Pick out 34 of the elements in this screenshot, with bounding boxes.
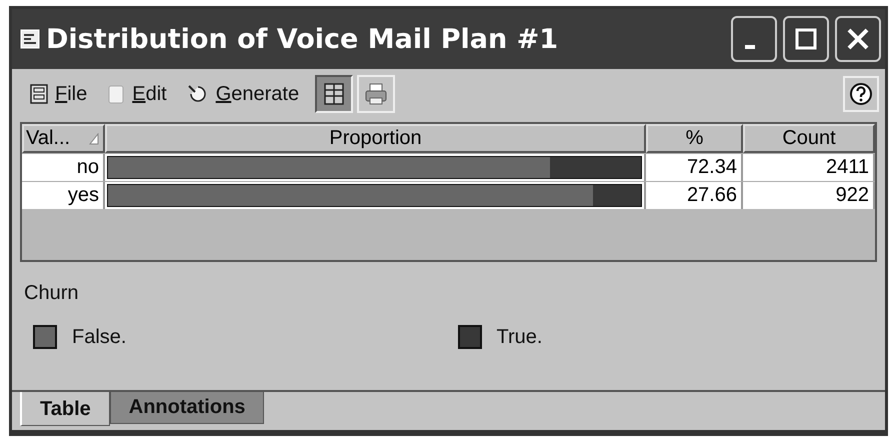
close-button[interactable] bbox=[835, 16, 881, 62]
print-button[interactable] bbox=[357, 75, 396, 113]
window-icon bbox=[20, 29, 40, 49]
table-cell: no bbox=[22, 154, 105, 181]
tab[interactable]: Table bbox=[20, 392, 110, 426]
maximize-icon bbox=[794, 27, 818, 51]
table-cell: 27.66 bbox=[646, 182, 743, 209]
column-header[interactable]: Val... bbox=[22, 124, 105, 153]
menu-item[interactable]: Generate bbox=[178, 82, 308, 106]
tab[interactable]: Annotations bbox=[110, 392, 264, 424]
printer-icon bbox=[363, 81, 390, 107]
table-view-button[interactable] bbox=[315, 75, 354, 113]
legend-title: Churn bbox=[24, 282, 78, 304]
legend-label: False. bbox=[72, 326, 126, 348]
close-icon bbox=[846, 27, 870, 51]
sort-icon bbox=[89, 132, 101, 144]
column-header[interactable]: Count bbox=[743, 124, 875, 153]
minimize-icon bbox=[745, 45, 755, 49]
help-icon bbox=[848, 81, 874, 107]
table-cell: 2411 bbox=[743, 154, 875, 181]
minimize-button[interactable] bbox=[731, 16, 777, 62]
cabinet-icon bbox=[30, 84, 48, 104]
window-title: Distribution of Voice Mail Plan #1 bbox=[46, 24, 558, 54]
legend-label: True. bbox=[496, 326, 542, 348]
help-button[interactable] bbox=[843, 76, 879, 112]
table-cell: 72.34 bbox=[646, 154, 743, 181]
table-cell: 922 bbox=[743, 182, 875, 209]
menu-item[interactable]: Edit bbox=[99, 82, 175, 106]
maximize-button[interactable] bbox=[783, 16, 829, 62]
column-header[interactable]: % bbox=[646, 124, 743, 153]
menu-item[interactable]: File bbox=[22, 82, 96, 106]
column-header[interactable]: Proportion bbox=[105, 124, 646, 153]
clipboard-icon bbox=[107, 84, 126, 104]
table-cell: yes bbox=[22, 182, 105, 209]
